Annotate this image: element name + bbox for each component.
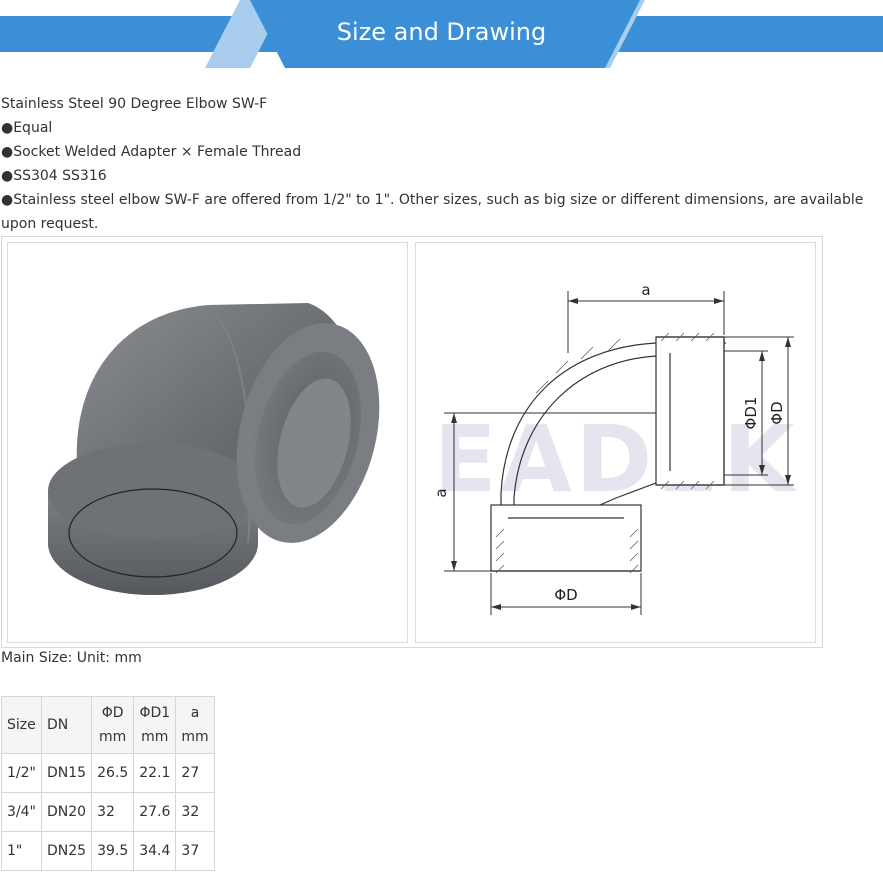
cell-size: 1" (1, 831, 42, 871)
cell-od1: 27.6 (133, 792, 177, 832)
technical-drawing[interactable]: EADEK a a ΦD1 ΦD ΦD (415, 242, 816, 643)
cell-dn: DN15 (40, 753, 93, 793)
cell-od1: 34.4 (133, 831, 177, 871)
product-photo[interactable] (7, 242, 408, 643)
main-size-caption: Main Size: Unit: mm (1, 650, 142, 666)
cell-size: 1/2" (1, 753, 42, 793)
image-gallery: EADEK a a ΦD1 ΦD ΦD (1, 236, 823, 648)
cell-od1: 22.1 (133, 753, 177, 793)
header-size: Size (1, 696, 42, 754)
table-row: 3/4" DN20 32 27.6 32 (1, 792, 215, 832)
section-banner: Size and Drawing (0, 0, 883, 68)
cell-dn: DN20 (40, 792, 93, 832)
cell-a: 27 (175, 753, 215, 793)
header-a: a mm (175, 696, 215, 754)
dim-label-d1: ΦD1 (742, 397, 760, 430)
cell-size: 3/4" (1, 792, 42, 832)
product-description: Stainless Steel 90 Degree Elbow SW-F ●Eq… (1, 92, 871, 236)
header-od1: ΦD1 mm (133, 696, 177, 754)
size-table: Size DN ΦD mm ΦD1 mm a mm 1/2" DN15 26.5 22… (1, 696, 215, 871)
dim-label-a-side: a (432, 488, 450, 497)
product-heading: Stainless Steel 90 Degree Elbow SW-F (1, 96, 268, 112)
cell-od: 26.5 (91, 753, 135, 793)
bullet-sizes: ●Stainless steel elbow SW-F are offered … (1, 192, 864, 232)
bullet-material: ●SS304 SS316 (1, 168, 107, 184)
header-dn: DN (40, 696, 93, 754)
cell-a: 37 (175, 831, 215, 871)
dim-label-a-top: a (641, 281, 650, 299)
cell-od: 39.5 (91, 831, 135, 871)
table-row: 1" DN25 39.5 34.4 37 (1, 831, 215, 871)
bullet-equal: ●Equal (1, 120, 53, 136)
cell-od: 32 (91, 792, 135, 832)
dim-label-d-bottom: ΦD (554, 586, 577, 604)
table-header-row: Size DN ΦD mm ΦD1 mm a mm (1, 696, 215, 754)
bullet-connection: ●Socket Welded Adapter × Female Thread (1, 144, 302, 160)
elbow-3d-image (48, 303, 380, 595)
cell-dn: DN25 (40, 831, 93, 871)
elbow-dimension-drawing: EADEK a a ΦD1 ΦD ΦD (432, 281, 794, 615)
header-od: ΦD mm (91, 696, 135, 754)
cell-a: 32 (175, 792, 215, 832)
banner-title: Size and Drawing (336, 18, 547, 46)
table-row: 1/2" DN15 26.5 22.1 27 (1, 753, 215, 793)
dim-label-d-right: ΦD (768, 401, 786, 424)
